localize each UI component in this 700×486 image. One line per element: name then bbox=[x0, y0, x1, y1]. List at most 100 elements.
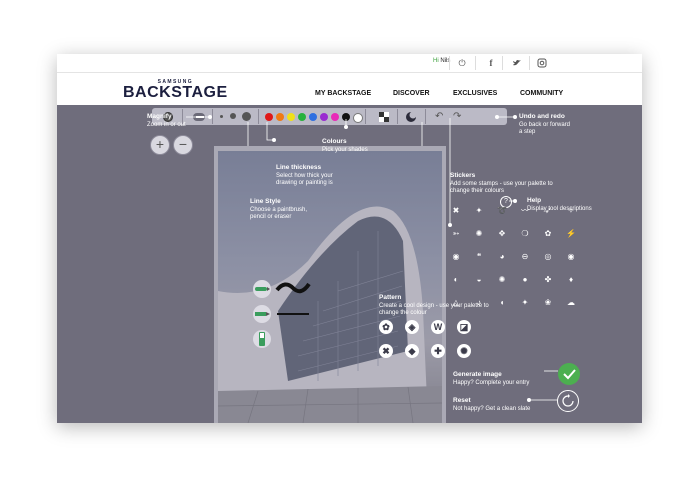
nav-discover[interactable]: DISCOVER bbox=[393, 90, 430, 97]
colours-callout: Colours Pick your shades bbox=[322, 138, 368, 154]
paintbrush-button[interactable] bbox=[253, 280, 271, 298]
pattern-icon[interactable]: W bbox=[431, 320, 445, 334]
sticker-icon[interactable]: ❝ bbox=[473, 251, 485, 263]
instagram-icon[interactable] bbox=[534, 55, 550, 71]
sticker-icon[interactable]: ✿ bbox=[542, 228, 554, 240]
sticker-icon[interactable]: ♦ bbox=[565, 274, 577, 286]
line-thickness-desc-2: drawing or painting is bbox=[276, 180, 333, 186]
zoom-in-button[interactable]: + bbox=[150, 135, 170, 155]
sticker-icon[interactable]: ⊖ bbox=[519, 251, 531, 263]
sticker-icon[interactable]: ◉ bbox=[450, 251, 462, 263]
magnify-title: Magnify bbox=[147, 113, 172, 120]
eraser-button[interactable] bbox=[253, 330, 271, 348]
sticker-icon[interactable]: ➶ bbox=[542, 205, 554, 217]
canvas-help-overlay bbox=[214, 146, 446, 423]
reset-callout: Reset Not happy? Get a clean slate bbox=[453, 397, 530, 413]
reset-desc: Not happy? Get a clean slate bbox=[453, 405, 531, 412]
nav-exclusives[interactable]: EXCLUSIVES bbox=[453, 90, 497, 97]
sticker-icon[interactable]: ✖ bbox=[450, 205, 462, 217]
sticker-icon[interactable]: ◖ bbox=[496, 297, 508, 309]
generate-desc: Happy? Complete your entry bbox=[453, 379, 530, 386]
undo-desc-1: Go back or forward bbox=[519, 121, 571, 128]
sticker-icon[interactable]: ➰ bbox=[496, 205, 508, 217]
pencil-stroke-sample bbox=[277, 313, 309, 315]
sticker-icon[interactable]: ◕ bbox=[496, 251, 508, 263]
stickers-callout: Stickers Add some stamps - use your pale… bbox=[450, 172, 553, 196]
pattern-icon[interactable]: ✿ bbox=[379, 320, 393, 334]
logo-name: BACKSTAGE bbox=[123, 84, 228, 101]
twitter-icon[interactable] bbox=[509, 55, 525, 71]
undo-callout: Undo and redo Go back or forward a step bbox=[519, 113, 570, 137]
pattern-callout: Pattern Create a cool design - use your … bbox=[379, 294, 489, 318]
line-style-title: Line Style bbox=[250, 198, 281, 205]
facebook-icon[interactable]: f bbox=[483, 55, 499, 71]
nav-my-backstage[interactable]: MY BACKSTAGE bbox=[315, 90, 371, 97]
sticker-icon[interactable]: ➳ bbox=[450, 228, 462, 240]
line-thickness-callout: Line thickness Select how thick your dra… bbox=[276, 164, 333, 188]
backstage-logo[interactable]: SAMSUNG BACKSTAGE bbox=[123, 79, 228, 101]
reset-callout-line bbox=[527, 398, 557, 402]
stickers-desc-1: Add some stamps - use your palette to bbox=[450, 180, 553, 187]
pattern-icon[interactable]: ✚ bbox=[431, 344, 445, 358]
pattern-grid: ✿ ◈ W ◪ ✖ ◆ ✚ ✺ bbox=[379, 320, 479, 365]
stickers-desc-2: change their colours bbox=[450, 188, 505, 194]
generate-image-button[interactable] bbox=[558, 363, 580, 385]
sticker-icon[interactable]: ✦ bbox=[473, 205, 485, 217]
line-style-desc-2: pencil or eraser bbox=[250, 214, 292, 220]
sticker-icon[interactable]: ◉ bbox=[565, 251, 577, 263]
sticker-icon[interactable]: ◎ bbox=[542, 251, 554, 263]
sticker-icon[interactable]: ◒ bbox=[473, 274, 485, 286]
sticker-icon[interactable]: ✥ bbox=[496, 228, 508, 240]
sticker-icon[interactable]: ⚡ bbox=[565, 228, 577, 240]
generate-callout: Generate image Happy? Complete your entr… bbox=[453, 371, 529, 387]
sticker-icon[interactable]: ✺ bbox=[496, 274, 508, 286]
pencil-button[interactable] bbox=[253, 305, 271, 323]
help-title: Help bbox=[527, 197, 542, 204]
magnify-callout: Magnify Zoom in or out bbox=[147, 113, 186, 129]
pattern-title: Pattern bbox=[379, 294, 402, 301]
divider bbox=[449, 56, 450, 70]
pattern-icon[interactable]: ✺ bbox=[457, 344, 471, 358]
utility-bar: Hi Nils ⏻ f bbox=[57, 54, 642, 73]
nav-community[interactable]: COMMUNITY bbox=[520, 90, 563, 97]
sticker-icon[interactable]: ✦ bbox=[519, 297, 531, 309]
reset-icon bbox=[562, 394, 574, 407]
sticker-icon[interactable]: ✧ bbox=[565, 205, 577, 217]
paintbrush-icon bbox=[255, 287, 270, 291]
sticker-icon[interactable]: 〰 bbox=[519, 205, 531, 217]
undo-desc-2: a step bbox=[519, 129, 536, 135]
line-style-desc-1: Choose a paintbrush, bbox=[250, 206, 308, 213]
sticker-icon[interactable]: ◐ bbox=[450, 274, 462, 286]
user-greeting[interactable]: Hi Nils bbox=[433, 58, 450, 64]
sticker-icon[interactable]: ☁ bbox=[565, 297, 577, 309]
power-icon[interactable]: ⏻ bbox=[454, 55, 470, 71]
main-navbar: SAMSUNG BACKSTAGE MY BACKSTAGE DISCOVER … bbox=[57, 73, 642, 105]
sticker-icon[interactable]: ❍ bbox=[519, 228, 531, 240]
app-window: Hi Nils ⏻ f SAMSUNG BACKSTAGE MY BACKSTA… bbox=[57, 54, 642, 423]
sticker-icon[interactable]: ❀ bbox=[542, 297, 554, 309]
pattern-icon[interactable]: ◪ bbox=[457, 320, 471, 334]
drawing-canvas[interactable] bbox=[214, 146, 446, 423]
pattern-icon[interactable]: ✖ bbox=[379, 344, 393, 358]
sticker-icon[interactable]: ✺ bbox=[473, 228, 485, 240]
pattern-desc-2: change the colour bbox=[379, 310, 427, 316]
plus-icon: + bbox=[155, 136, 165, 152]
generate-title: Generate image bbox=[453, 371, 502, 378]
colours-title: Colours bbox=[322, 138, 347, 145]
colours-desc: Pick your shades bbox=[322, 146, 368, 153]
reset-button[interactable] bbox=[557, 390, 579, 412]
pattern-icon[interactable]: ◈ bbox=[405, 320, 419, 334]
magnify-desc: Zoom in or out bbox=[147, 121, 186, 128]
drawing-stage: ↶ ↷ Magnify Zoom in or out + − Undo and … bbox=[57, 105, 642, 423]
divider bbox=[529, 56, 530, 70]
sticker-icon[interactable]: ● bbox=[519, 274, 531, 286]
divider bbox=[502, 56, 503, 70]
sticker-icon[interactable]: ✤ bbox=[542, 274, 554, 286]
undo-title: Undo and redo bbox=[519, 113, 565, 120]
zoom-out-button[interactable]: − bbox=[173, 135, 193, 155]
line-style-callout: Line Style Choose a paintbrush, pencil o… bbox=[250, 198, 307, 222]
brush-stroke-sample bbox=[275, 282, 311, 294]
pattern-desc-1: Create a cool design - use your palette … bbox=[379, 302, 489, 309]
divider bbox=[475, 56, 476, 70]
pattern-icon[interactable]: ◆ bbox=[405, 344, 419, 358]
